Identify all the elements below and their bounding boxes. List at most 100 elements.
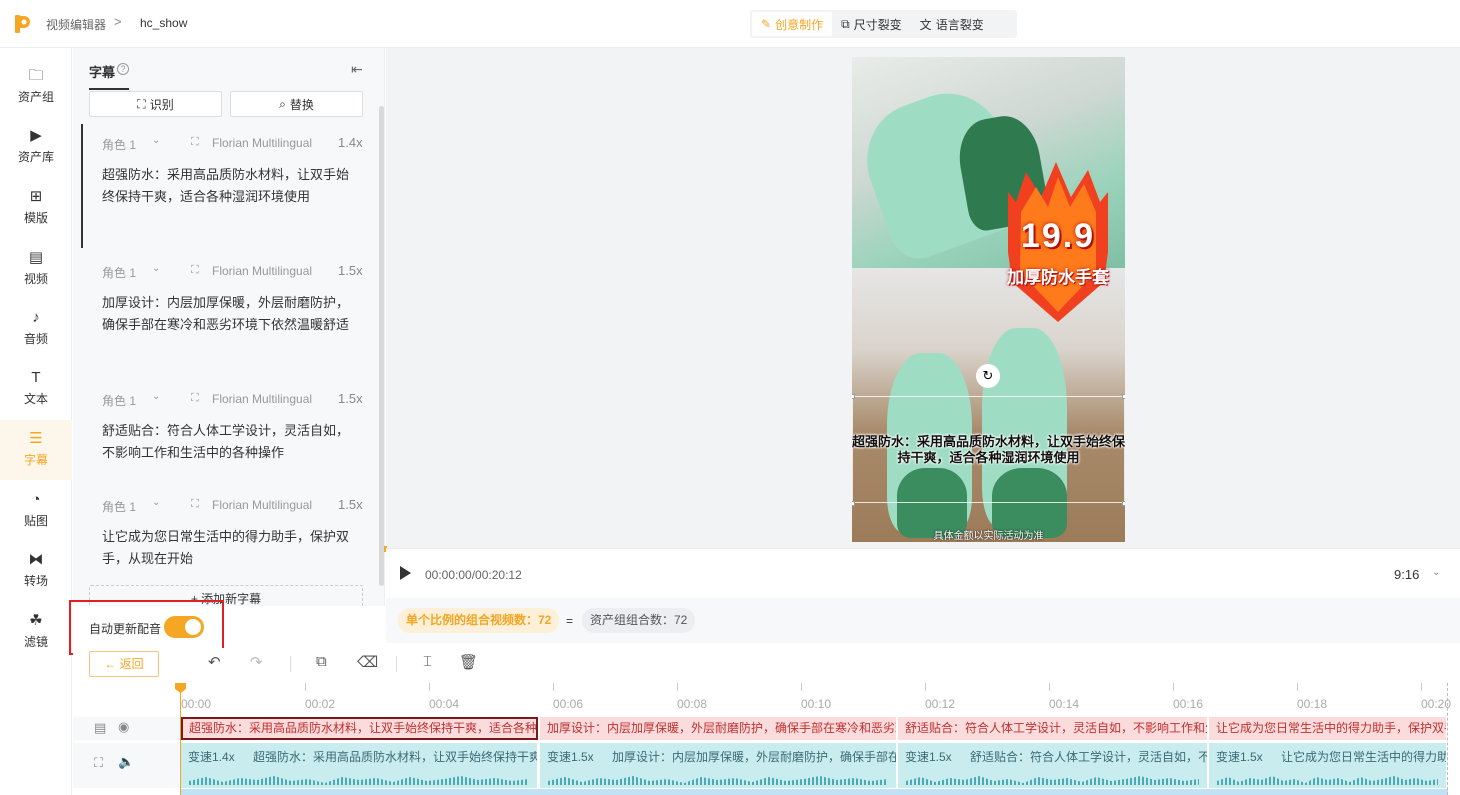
playhead[interactable] — [180, 683, 181, 795]
sidebar-item-label: 音频 — [23, 332, 48, 346]
sidebar-item-subtitles[interactable]: ☰ 字幕 — [0, 420, 72, 480]
voice-icon: ⛶ — [191, 498, 199, 510]
back-button[interactable]: ← 返回 — [89, 651, 159, 677]
sidebar-item-label: 贴图 — [23, 514, 48, 528]
speed-value[interactable]: 1.5x — [338, 391, 363, 406]
breadcrumb-editor-link[interactable]: 视频编辑器 — [46, 16, 106, 33]
sidebar-item-audio[interactable]: ♪ 音频 — [0, 299, 72, 359]
delete-icon[interactable]: 🗑 — [459, 653, 478, 671]
chevron-down-icon[interactable]: ⌄ — [1432, 567, 1440, 578]
ruler-label: 00:12 — [925, 697, 956, 711]
split-icon[interactable]: ⌶ — [423, 653, 432, 670]
sidebar-item-templates[interactable]: ⊞ 模版 — [0, 178, 72, 238]
ruler-label: 00:00 — [181, 697, 212, 711]
speed-value[interactable]: 1.5x — [338, 263, 363, 278]
volume-icon[interactable]: 🔈 — [118, 754, 134, 770]
sidebar-item-filters[interactable]: ☘ 滤镜 — [0, 602, 72, 662]
subtitle-item[interactable]: 角色 1 ⌄ ⛶ Florian Multilingual 1.5x 舒适贴合：… — [73, 390, 373, 480]
tab-creative-label: 创意制作 — [775, 17, 824, 32]
speed-value[interactable]: 1.4x — [338, 135, 363, 150]
role-select[interactable]: 角色 1 — [102, 136, 136, 153]
voice-name[interactable]: Florian Multilingual — [212, 392, 312, 406]
chevron-down-icon[interactable]: ⌄ — [152, 391, 160, 402]
copy-icon[interactable]: ⧉ — [316, 653, 327, 670]
panel-title: 字幕 — [89, 65, 116, 80]
audio-clip[interactable]: 变速1.4x 超强防水：采用高品质防水材料，让双手始终保持干爽 — [181, 743, 538, 788]
help-icon[interactable]: ? — [117, 63, 129, 75]
subtitle-clip[interactable]: 舒适贴合：符合人体工学设计，灵活自如，不影响工作和生活中的各种操作 — [898, 717, 1208, 740]
tab-resize-label: 尺寸裂变 — [853, 17, 902, 32]
sidebar-item-label: 资产组 — [17, 90, 54, 104]
tab-translate[interactable]: 文 语言裂变 — [911, 12, 993, 36]
resize-handle[interactable] — [1122, 394, 1125, 399]
tab-creative[interactable]: ✎ 创意制作 — [752, 12, 833, 36]
resize-handle[interactable] — [852, 394, 855, 399]
recognize-button[interactable]: ⛶ 识别 — [89, 91, 222, 117]
voice-name[interactable]: Florian Multilingual — [212, 264, 312, 278]
undo-icon[interactable]: ↶ — [208, 653, 221, 671]
role-select[interactable]: 角色 1 — [102, 498, 136, 515]
price-caption: 加厚防水手套 — [1007, 268, 1109, 287]
subtitle-text[interactable]: 让它成为您日常生活中的得力助手，保护双手，从现在开始 — [102, 526, 352, 570]
chevron-down-icon[interactable]: ⌄ — [152, 263, 160, 274]
voice-name[interactable]: Florian Multilingual — [212, 136, 312, 150]
disclaimer-text: 具体金额以实际活动为准 — [933, 531, 1044, 542]
audio-clip[interactable]: 变速1.5x 让它成为您日常生活中的得力助手 — [1209, 743, 1447, 788]
subtitle-clip[interactable]: 加厚设计：内层加厚保暖，外层耐磨防护，确保手部在寒冷和恶劣环境下依然温暖舒适 — [540, 717, 897, 740]
recognize-label: 识别 — [149, 97, 174, 112]
ruler-tick — [1421, 683, 1422, 691]
role-select[interactable]: 角色 1 — [102, 264, 136, 281]
filter-icon: ☘ — [29, 612, 43, 629]
subtitle-item[interactable]: 角色 1 ⌄ ⛶ Florian Multilingual 1.5x 加厚设计：… — [73, 262, 373, 372]
audio-speed: 变速1.5x — [905, 750, 952, 764]
subtitle-icon: ☰ — [29, 430, 43, 447]
transition-icon: ⧓ — [28, 551, 44, 568]
subtitle-clip[interactable]: 让它成为您日常生活中的得力助手，保护双手，从现在开始 — [1209, 717, 1447, 740]
tab-resize[interactable]: ⧉ 尺寸裂变 — [832, 12, 911, 36]
subtitle-item[interactable]: 角色 1 ⌄ ⛶ Florian Multilingual 1.4x 超强防水：… — [73, 134, 373, 244]
overlay-subtitle[interactable]: 超强防水：采用高品质防水材料，让双手始终保持干爽，适合各种湿润环境使用 — [852, 434, 1125, 466]
audio-clip[interactable]: 变速1.5x 舒适贴合：符合人体工学设计，灵活自如，不影响工作 — [898, 743, 1208, 788]
subtitle-text[interactable]: 加厚设计：内层加厚保暖，外层耐磨防护，确保手部在寒冷和恶劣环境下依然温暖舒适 — [102, 292, 352, 336]
audio-clip[interactable]: 变速1.5x 加厚设计：内层加厚保暖，外层耐磨防护，确保手部在寒冷 — [540, 743, 897, 788]
replace-label: 替换 — [289, 97, 314, 112]
replace-button[interactable]: ⌕ 替换 — [230, 91, 363, 117]
rotate-icon[interactable]: ↻ — [976, 364, 1000, 388]
sidebar-item-video[interactable]: ▤ 视频 — [0, 239, 72, 299]
speed-value[interactable]: 1.5x — [338, 497, 363, 512]
eye-icon[interactable]: ◉ — [118, 719, 129, 735]
chevron-down-icon[interactable]: ⌄ — [152, 135, 160, 146]
resize-handle[interactable] — [852, 501, 855, 506]
subtitle-item[interactable]: 角色 1 ⌄ ⛶ Florian Multilingual 1.5x 让它成为您… — [73, 496, 373, 586]
ruler-label: 00:08 — [677, 697, 708, 711]
sidebar-item-asset-library[interactable]: ▶ 资产库 — [0, 117, 72, 177]
tab-translate-label: 语言裂变 — [935, 17, 984, 32]
voice-name[interactable]: Florian Multilingual — [212, 498, 312, 512]
subtitle-clip[interactable]: 超强防水：采用高品质防水材料，让双手始终保持干爽，适合各种湿润环境使用 — [181, 717, 538, 740]
audio-speed: 变速1.4x — [188, 750, 235, 764]
aspect-ratio-select[interactable]: 9:16 — [1394, 567, 1419, 582]
collapse-panel-icon[interactable]: ⇤ — [351, 61, 363, 78]
redo-icon[interactable]: ↷ — [250, 653, 263, 671]
role-select[interactable]: 角色 1 — [102, 392, 136, 409]
eraser-icon[interactable]: ⌫ — [357, 653, 378, 671]
play-icon[interactable] — [400, 566, 411, 580]
sidebar-item-asset-group[interactable]: 🗀 资产组 — [0, 57, 72, 117]
timeline-ruler[interactable]: 00:00 00:02 00:04 00:06 00:08 00:10 00:1… — [73, 683, 1460, 715]
ruler-tick — [429, 683, 430, 691]
chevron-down-icon[interactable]: ⌄ — [152, 497, 160, 508]
resize-handle[interactable] — [1122, 501, 1125, 506]
folder-icon: 🗀 — [28, 67, 44, 84]
subtitle-item-meta: 角色 1 ⌄ ⛶ Florian Multilingual 1.5x — [102, 262, 364, 282]
sidebar-item-stickers[interactable]: ◔ 贴图 — [0, 481, 72, 541]
video-preview[interactable]: 19.9 加厚防水手套 ↻ 超强防水：采用高品质防水材料，让双手始终保持干爽，适… — [852, 57, 1125, 542]
sidebar-item-transitions[interactable]: ⧓ 转场 — [0, 541, 72, 601]
subtitle-text[interactable]: 超强防水：采用高品质防水材料，让双手始终保持干爽，适合各种湿润环境使用 — [102, 164, 352, 208]
subtitle-panel: 字幕 ? ⇤ ⛶ 识别 ⌕ 替换 角色 1 ⌄ ⛶ Florian Multil… — [73, 48, 385, 615]
subtitle-text[interactable]: 舒适贴合：符合人体工学设计，灵活自如，不影响工作和生活中的各种操作 — [102, 420, 352, 464]
video-track-strip[interactable] — [180, 789, 1448, 795]
audio-text: 超强防水：采用高品质防水材料，让双手始终保持干爽 — [253, 750, 538, 764]
ruler-tick — [1297, 683, 1298, 691]
panel-scrollbar[interactable] — [379, 106, 384, 586]
sidebar-item-text[interactable]: T 文本 — [0, 359, 72, 419]
